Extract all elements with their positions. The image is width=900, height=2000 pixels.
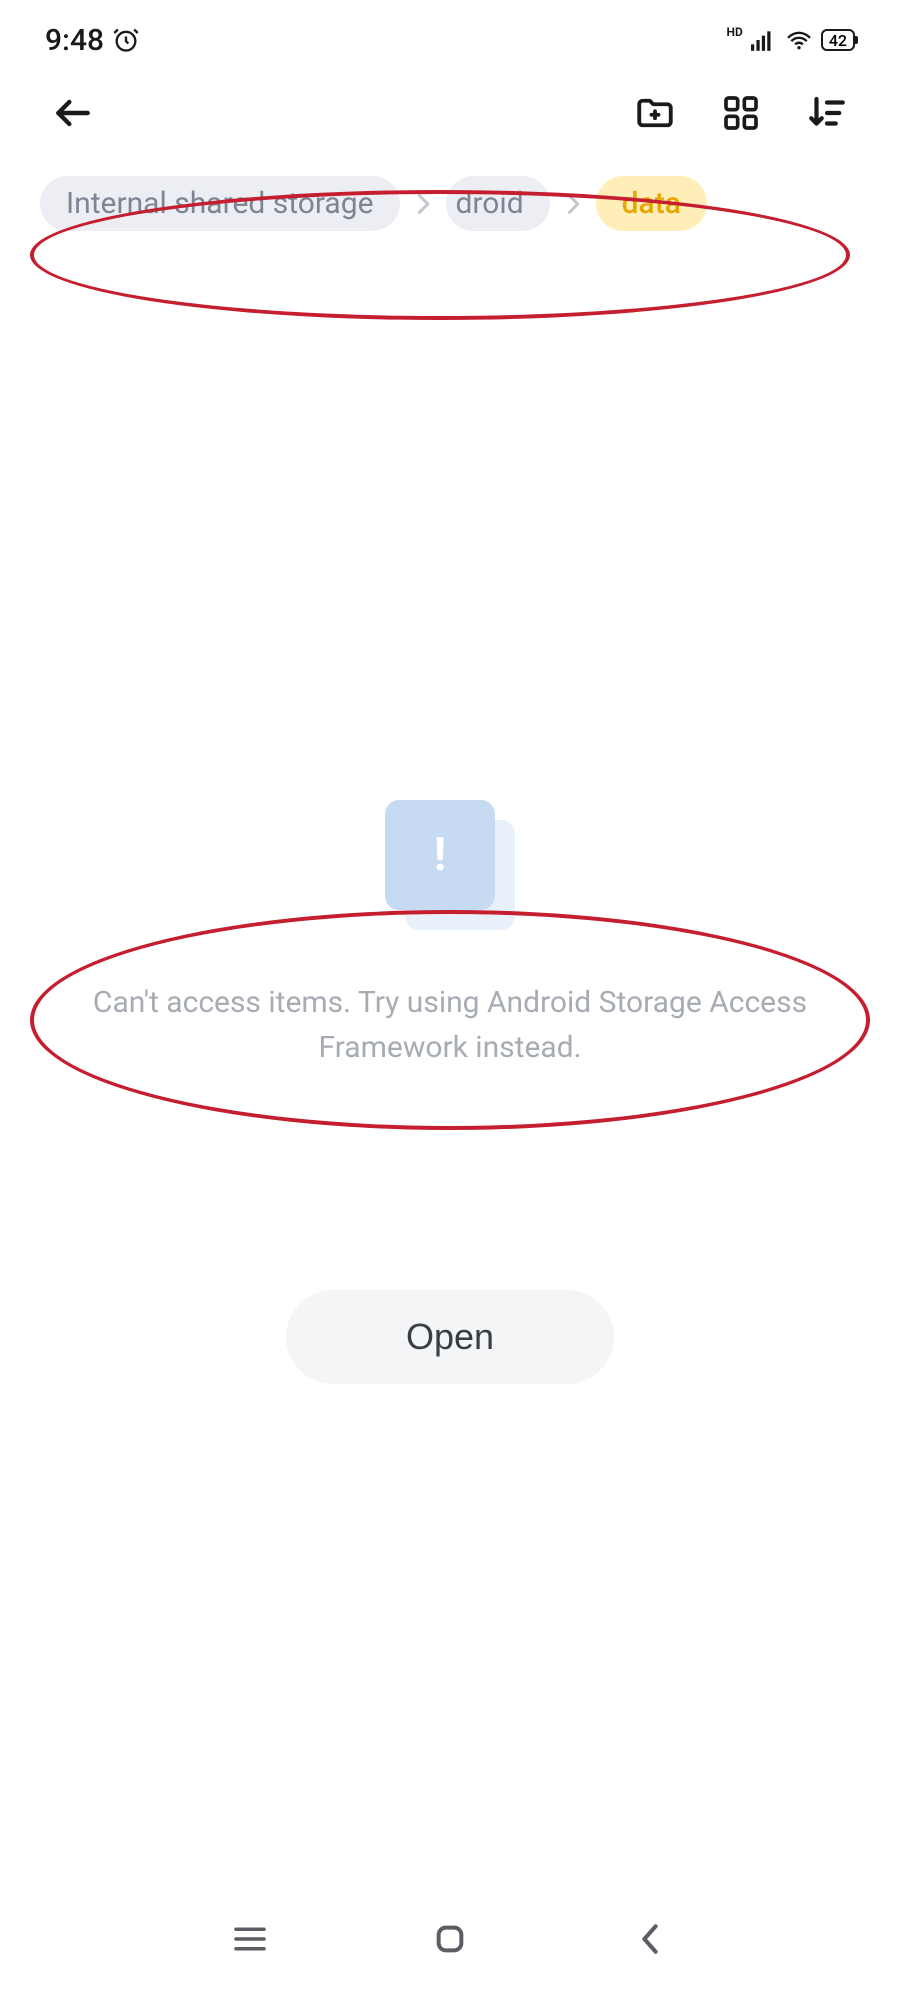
alarm-icon xyxy=(112,26,140,54)
empty-message: Can't access items. Try using Android St… xyxy=(50,980,850,1070)
hd-icon: HD xyxy=(727,25,743,39)
wifi-icon xyxy=(785,29,813,51)
status-right: HD 42 xyxy=(727,29,855,51)
battery-level: 42 xyxy=(829,31,847,50)
status-left: 9:48 xyxy=(45,23,140,58)
breadcrumb-item-root[interactable]: Internal shared storage xyxy=(40,176,400,231)
breadcrumb-container: Internal shared storage droid data xyxy=(0,176,900,231)
breadcrumb: Internal shared storage droid data xyxy=(40,176,860,231)
action-bar xyxy=(0,70,900,166)
system-nav-bar xyxy=(0,1918,900,1960)
chevron-right-icon xyxy=(560,192,586,216)
breadcrumb-item-current[interactable]: data xyxy=(596,176,707,231)
back-nav-button[interactable] xyxy=(629,1918,671,1960)
grid-view-button[interactable] xyxy=(718,90,764,136)
recents-button[interactable] xyxy=(229,1918,271,1960)
empty-state: Can't access items. Try using Android St… xyxy=(0,800,900,1070)
breadcrumb-item-android[interactable]: droid xyxy=(446,176,550,231)
home-button[interactable] xyxy=(429,1918,471,1960)
status-bar: 9:48 HD xyxy=(0,0,900,70)
warning-cards-icon xyxy=(385,800,515,930)
sort-button[interactable] xyxy=(804,90,850,136)
back-button[interactable] xyxy=(50,90,96,136)
battery-icon: 42 xyxy=(821,29,855,51)
new-folder-button[interactable] xyxy=(632,90,678,136)
clock-time: 9:48 xyxy=(45,23,104,58)
open-button-container: Open xyxy=(0,1290,900,1384)
open-button[interactable]: Open xyxy=(286,1290,614,1384)
chevron-right-icon xyxy=(410,192,436,216)
signal-icon xyxy=(751,29,777,51)
